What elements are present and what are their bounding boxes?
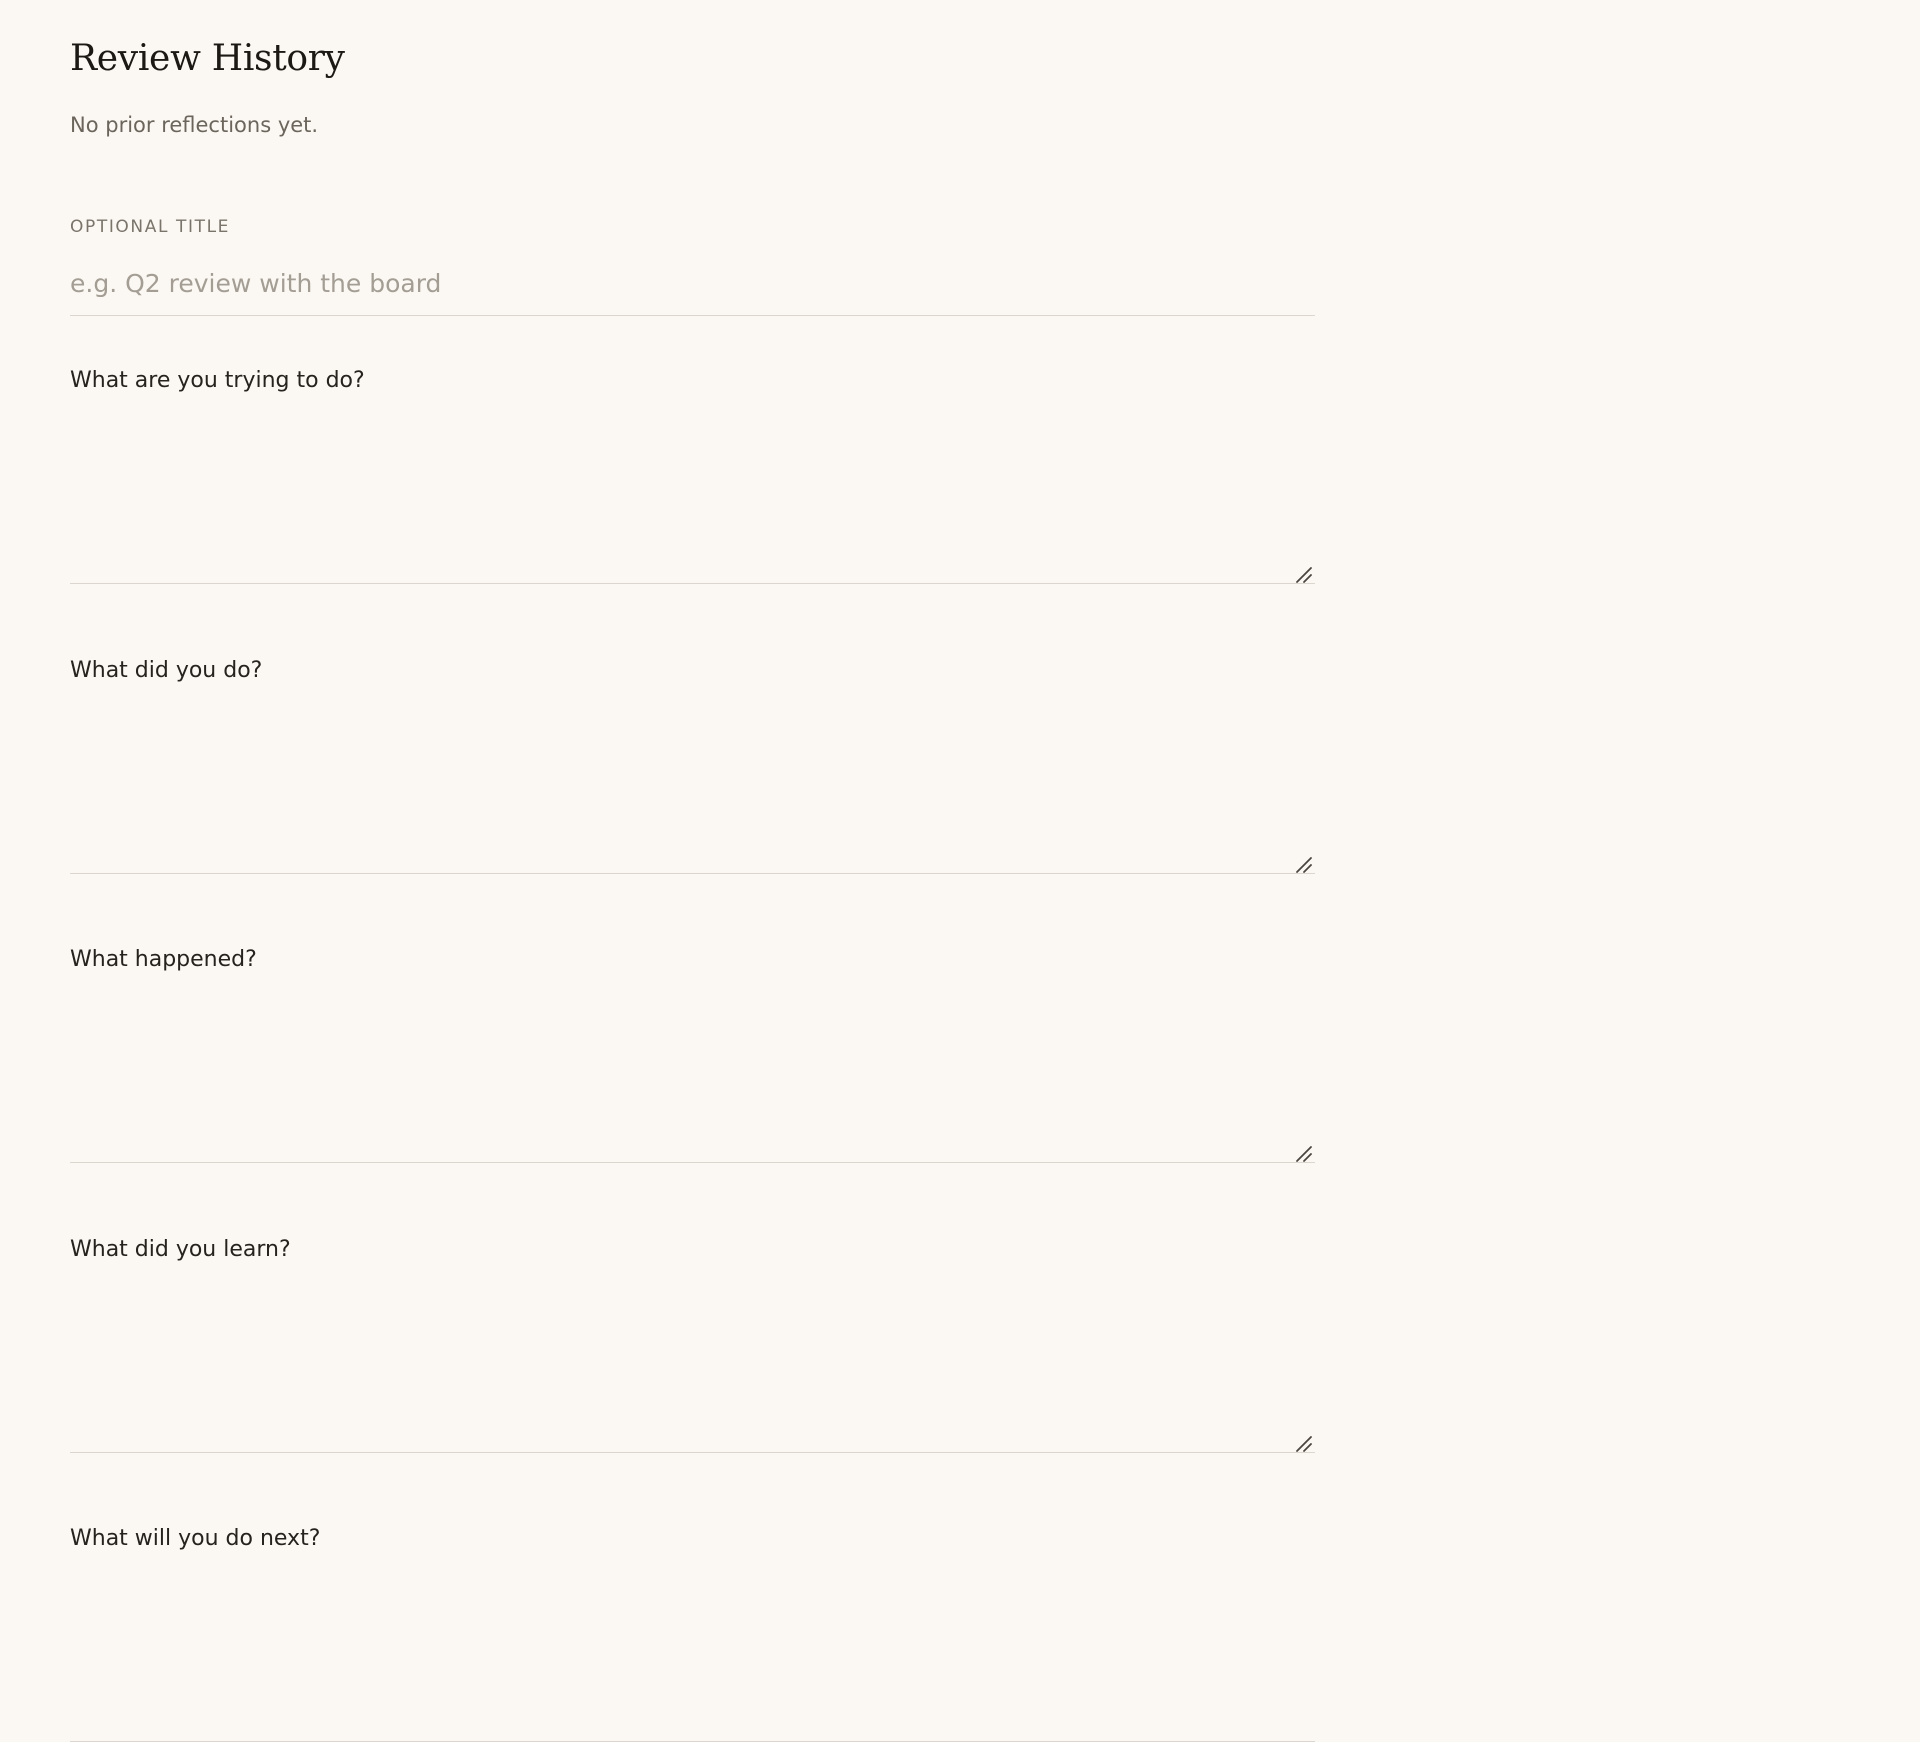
resize-grip-icon[interactable] [1295, 1145, 1313, 1163]
resize-grip-icon[interactable] [1295, 566, 1313, 584]
question-label: What happened? [70, 947, 257, 972]
answer-textarea[interactable] [70, 1562, 1315, 1742]
title-input[interactable] [70, 262, 1315, 316]
resize-grip-icon[interactable] [1295, 1435, 1313, 1453]
title-field-label: OPTIONAL TITLE [70, 217, 231, 237]
question-label: What did you do? [70, 658, 263, 683]
answer-textarea[interactable] [70, 694, 1315, 874]
page-title: Review History [70, 38, 345, 79]
question-label: What will you do next? [70, 1526, 321, 1551]
empty-history-message: No prior reflections yet. [70, 113, 319, 137]
question-label: What did you learn? [70, 1237, 291, 1262]
answer-textarea[interactable] [70, 1273, 1315, 1453]
answer-textarea[interactable] [70, 404, 1315, 584]
resize-grip-icon[interactable] [1295, 856, 1313, 874]
question-label: What are you trying to do? [70, 368, 365, 393]
answer-textarea[interactable] [70, 983, 1315, 1163]
